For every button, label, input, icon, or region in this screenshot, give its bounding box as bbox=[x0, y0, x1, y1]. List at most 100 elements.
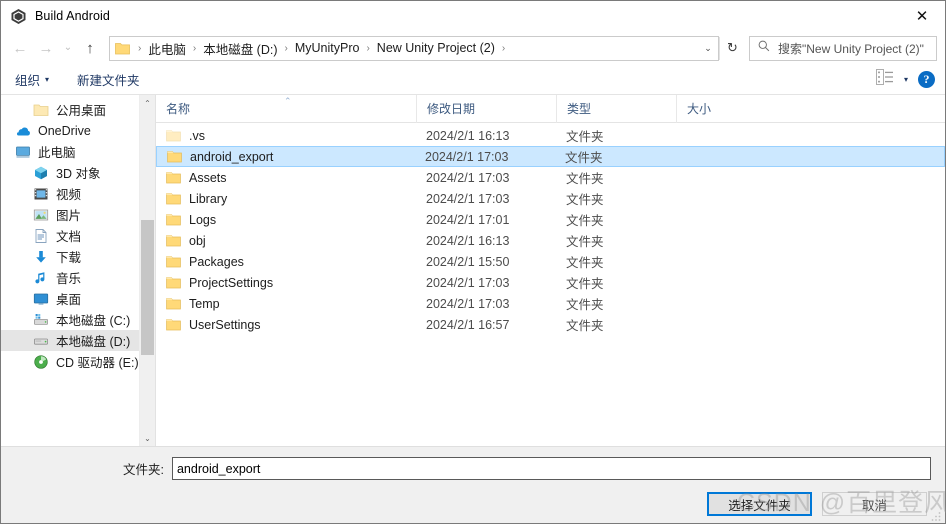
folder-icon bbox=[166, 234, 181, 247]
search-input[interactable]: 搜索"New Unity Project (2)" bbox=[778, 40, 924, 57]
sidebar-scrollbar[interactable]: ⌃ ⌄ bbox=[139, 95, 155, 446]
folder-icon bbox=[166, 129, 181, 142]
breadcrumb-item-2[interactable]: MyUnityPro bbox=[293, 41, 362, 55]
back-button[interactable]: ← bbox=[7, 35, 33, 61]
cell-name: Assets bbox=[156, 171, 416, 185]
column-header-label: 修改日期 bbox=[427, 102, 476, 116]
sidebar-item-label: 此电脑 bbox=[38, 146, 76, 160]
file-name: UserSettings bbox=[189, 317, 261, 332]
table-row[interactable]: Packages 2024/2/1 15:50 文件夹 bbox=[156, 251, 945, 272]
sidebar-item-12[interactable]: CD 驱动器 (E:) ❘ bbox=[1, 351, 155, 372]
chevron-down-icon[interactable]: ⌄ bbox=[698, 37, 718, 60]
view-mode-icon[interactable] bbox=[876, 69, 894, 90]
cell-modified-date: 2024/2/1 16:13 bbox=[426, 233, 510, 248]
sidebar-item-10[interactable]: 本地磁盘 (C:) bbox=[1, 309, 155, 330]
search-icon bbox=[757, 39, 773, 58]
sidebar-item-5[interactable]: 图片 bbox=[1, 204, 155, 225]
cell-type: 文件夹 bbox=[566, 256, 604, 270]
help-icon[interactable]: ? bbox=[918, 71, 935, 88]
cell-name: Packages bbox=[156, 255, 416, 269]
select-folder-button[interactable]: 选择文件夹 bbox=[707, 492, 812, 516]
onedrive-cloud-icon bbox=[15, 123, 31, 139]
drive-icon bbox=[33, 333, 49, 349]
foldername-input[interactable] bbox=[171, 457, 931, 480]
sidebar-item-label: 图片 bbox=[56, 209, 82, 223]
organize-button[interactable]: 组织 ▾ bbox=[15, 70, 49, 89]
sidebar-item-11[interactable]: 本地磁盘 (D:) bbox=[1, 330, 155, 351]
table-row[interactable]: UserSettings 2024/2/1 16:57 文件夹 bbox=[156, 314, 945, 335]
breadcrumb-item-0[interactable]: 此电脑 bbox=[146, 39, 188, 58]
foldername-row: 文件夹: bbox=[1, 447, 945, 480]
table-row[interactable]: obj 2024/2/1 16:13 文件夹 bbox=[156, 230, 945, 251]
sidebar-item-7[interactable]: 下载 bbox=[1, 246, 155, 267]
sidebar-item-2[interactable]: 此电脑 bbox=[1, 141, 155, 162]
navigation-pane: 公用桌面 OneDrive 此电脑 3D 对象视频图片文档 下载 音乐 桌面 本地磁盘 (C:… bbox=[1, 95, 156, 446]
sidebar-item-6[interactable]: 文档 bbox=[1, 225, 155, 246]
file-name: Logs bbox=[189, 212, 217, 227]
folder-icon bbox=[33, 102, 49, 118]
breadcrumb-separator: › bbox=[192, 42, 197, 54]
cell-name: Library bbox=[156, 192, 416, 206]
breadcrumb-item-1[interactable]: 本地磁盘 (D:) bbox=[201, 39, 279, 58]
cell-name: Logs bbox=[156, 213, 416, 227]
sidebar-item-1[interactable]: OneDrive bbox=[1, 120, 155, 141]
sidebar-item-0[interactable]: 公用桌面 bbox=[1, 99, 155, 120]
unity-logo-icon bbox=[10, 8, 27, 25]
sidebar-item-3[interactable]: 3D 对象 bbox=[1, 162, 155, 183]
cell-type: 文件夹 bbox=[566, 193, 604, 207]
scrollbar-thumb[interactable] bbox=[141, 220, 154, 355]
breadcrumb-separator: › bbox=[501, 42, 506, 54]
column-header-1[interactable]: 修改日期 bbox=[416, 94, 556, 123]
sidebar-item-9[interactable]: 桌面 bbox=[1, 288, 155, 309]
desktop-icon bbox=[33, 291, 49, 307]
sidebar-item-8[interactable]: 音乐 bbox=[1, 267, 155, 288]
cell-name: .vs bbox=[156, 129, 416, 143]
file-name: Assets bbox=[189, 170, 227, 185]
table-row[interactable]: Assets 2024/2/1 17:03 文件夹 bbox=[156, 167, 945, 188]
up-button[interactable]: ↑ bbox=[77, 35, 103, 61]
chevron-down-icon: ▾ bbox=[45, 75, 50, 84]
sidebar-item-label: 本地磁盘 (D:) bbox=[56, 335, 131, 349]
resize-grip-icon[interactable] bbox=[930, 509, 942, 521]
recent-locations-button[interactable]: ⌄ bbox=[59, 35, 77, 61]
cell-name: Temp bbox=[156, 297, 416, 311]
pictures-icon bbox=[33, 207, 49, 223]
new-folder-button[interactable]: 新建文件夹 bbox=[77, 70, 140, 89]
scroll-down-icon[interactable]: ⌄ bbox=[140, 430, 155, 446]
search-box[interactable]: 搜索"New Unity Project (2)" bbox=[749, 35, 937, 61]
scroll-up-icon[interactable]: ⌃ bbox=[140, 95, 155, 111]
sidebar-item-label: OneDrive bbox=[38, 123, 91, 138]
table-row[interactable]: Temp 2024/2/1 17:03 文件夹 bbox=[156, 293, 945, 314]
sidebar-item-4[interactable]: 视频 bbox=[1, 183, 155, 204]
column-header-2[interactable]: 类型 bbox=[556, 94, 676, 123]
organize-label: 组织 bbox=[15, 74, 41, 88]
refresh-icon[interactable]: ↻ bbox=[719, 36, 745, 60]
close-button[interactable]: ✕ bbox=[899, 1, 945, 31]
sidebar-item-label: 视频 bbox=[56, 188, 82, 202]
cd-drive-icon bbox=[33, 354, 49, 370]
table-row[interactable]: Logs 2024/2/1 17:01 文件夹 bbox=[156, 209, 945, 230]
cell-modified-date: 2024/2/1 17:01 bbox=[426, 212, 510, 227]
window-title: Build Android bbox=[35, 9, 110, 23]
cell-modified-date: 2024/2/1 17:03 bbox=[426, 275, 510, 290]
table-row[interactable]: .vs 2024/2/1 16:13 文件夹 bbox=[156, 125, 945, 146]
cell-type: 文件夹 bbox=[565, 151, 603, 165]
column-header-0[interactable]: 名称 ⌃ bbox=[156, 95, 416, 123]
chevron-down-icon[interactable]: ▾ bbox=[904, 75, 908, 84]
table-row[interactable]: Library 2024/2/1 17:03 文件夹 bbox=[156, 188, 945, 209]
column-header-3[interactable]: 大小 bbox=[676, 94, 766, 123]
cell-modified-date: 2024/2/1 17:03 bbox=[426, 170, 510, 185]
breadcrumb-item-3[interactable]: New Unity Project (2) bbox=[375, 41, 497, 55]
forward-button[interactable]: → bbox=[33, 35, 59, 61]
table-row[interactable]: ProjectSettings 2024/2/1 17:03 文件夹 bbox=[156, 272, 945, 293]
file-name: android_export bbox=[190, 149, 274, 164]
cancel-button[interactable]: 取消 bbox=[822, 492, 927, 516]
table-row[interactable]: android_export 2024/2/1 17:03 文件夹 bbox=[156, 146, 945, 167]
cell-modified-date: 2024/2/1 17:03 bbox=[426, 296, 510, 311]
file-name: Library bbox=[189, 191, 228, 206]
cell-modified-date: 2024/2/1 16:57 bbox=[426, 317, 510, 332]
cell-type: 文件夹 bbox=[566, 298, 604, 312]
folder-icon bbox=[166, 318, 181, 331]
breadcrumb-bar[interactable]: › 此电脑 › 本地磁盘 (D:) › MyUnityPro › New Uni… bbox=[109, 35, 719, 61]
breadcrumb-separator: › bbox=[366, 42, 370, 54]
